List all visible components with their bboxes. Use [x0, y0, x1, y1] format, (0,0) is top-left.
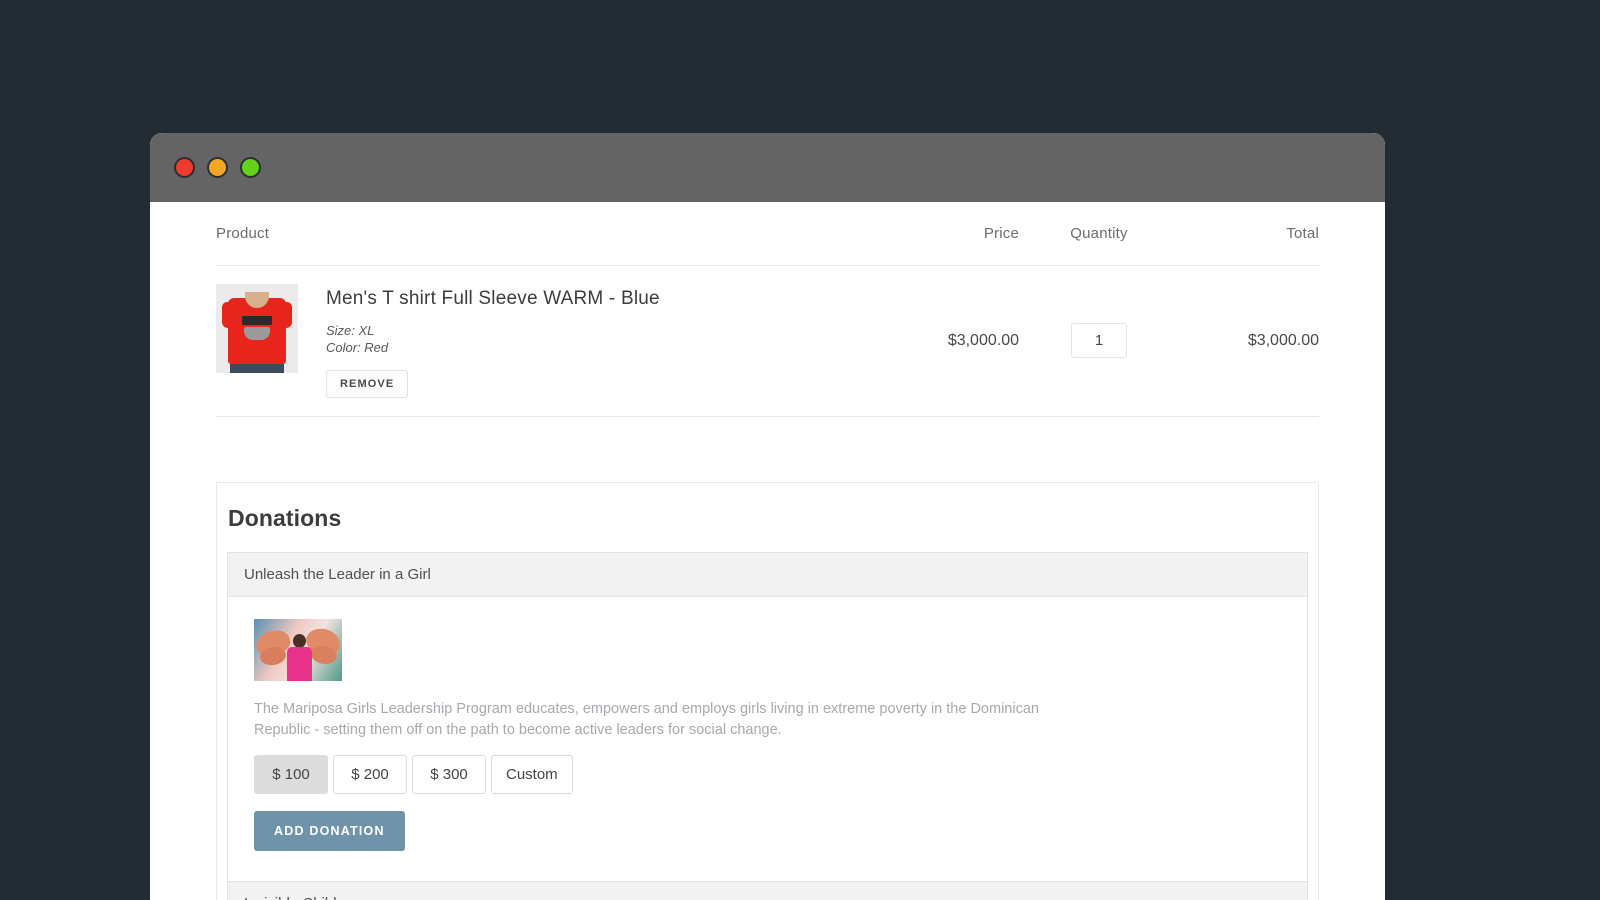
quantity-input[interactable]: [1071, 323, 1127, 358]
donation-amount-options: $ 100 $ 200 $ 300 Custom: [254, 755, 1281, 794]
cart-item-row: Men's T shirt Full Sleeve WARM - Blue Si…: [216, 265, 1319, 417]
cart-table-header: Product Price Quantity Total: [216, 202, 1319, 265]
quantity-cell: [1019, 323, 1179, 358]
charity-header-invisible-children[interactable]: Invisible Children: [228, 882, 1307, 900]
add-donation-button[interactable]: ADD DONATION: [254, 811, 405, 851]
column-header-total: Total: [1179, 225, 1319, 242]
charity-image-mariposa: [254, 619, 342, 681]
donation-amount-200[interactable]: $ 200: [333, 755, 407, 794]
app-window: Product Price Quantity Total Men's T shi…: [150, 133, 1385, 900]
charity-description: The Mariposa Girls Leadership Program ed…: [254, 699, 1086, 741]
product-price: $3,000.00: [869, 332, 1019, 350]
charity-panel-unleash-the-leader-in-a-girl: The Mariposa Girls Leadership Program ed…: [228, 597, 1307, 882]
column-header-price: Price: [869, 225, 1019, 242]
cart-page: Product Price Quantity Total Men's T shi…: [150, 202, 1385, 900]
girl-head: [293, 634, 306, 648]
product-thumbnail-tshirt: [216, 284, 298, 373]
column-header-quantity: Quantity: [1019, 225, 1179, 242]
tshirt-print-graphic: [244, 327, 270, 340]
minimize-window-button[interactable]: [207, 157, 228, 178]
donations-heading: Donations: [227, 505, 1308, 552]
charity-header-unleash-the-leader-in-a-girl[interactable]: Unleash the Leader in a Girl: [228, 553, 1307, 597]
tshirt-model-jeans: [230, 364, 284, 373]
close-window-button[interactable]: [174, 157, 195, 178]
remove-item-button[interactable]: REMOVE: [326, 370, 408, 398]
column-header-product: Product: [216, 225, 869, 242]
product-info: Men's T shirt Full Sleeve WARM - Blue Si…: [326, 284, 660, 398]
maximize-window-button[interactable]: [240, 157, 261, 178]
donations-section: Donations Unleash the Leader in a Girl T…: [216, 482, 1319, 900]
product-line-total: $3,000.00: [1179, 332, 1319, 350]
product-size: Size: XL: [326, 322, 660, 339]
donation-amount-300[interactable]: $ 300: [412, 755, 486, 794]
girl-body: [287, 647, 312, 681]
donation-amount-100[interactable]: $ 100: [254, 755, 328, 794]
donation-amount-custom[interactable]: Custom: [491, 755, 573, 794]
window-titlebar: [150, 133, 1385, 202]
tshirt-print-text: [242, 316, 272, 325]
product-cell: Men's T shirt Full Sleeve WARM - Blue Si…: [216, 284, 869, 398]
product-title: Men's T shirt Full Sleeve WARM - Blue: [326, 288, 660, 310]
donations-accordion: Unleash the Leader in a Girl The Maripos…: [227, 552, 1308, 900]
product-color: Color: Red: [326, 339, 660, 356]
